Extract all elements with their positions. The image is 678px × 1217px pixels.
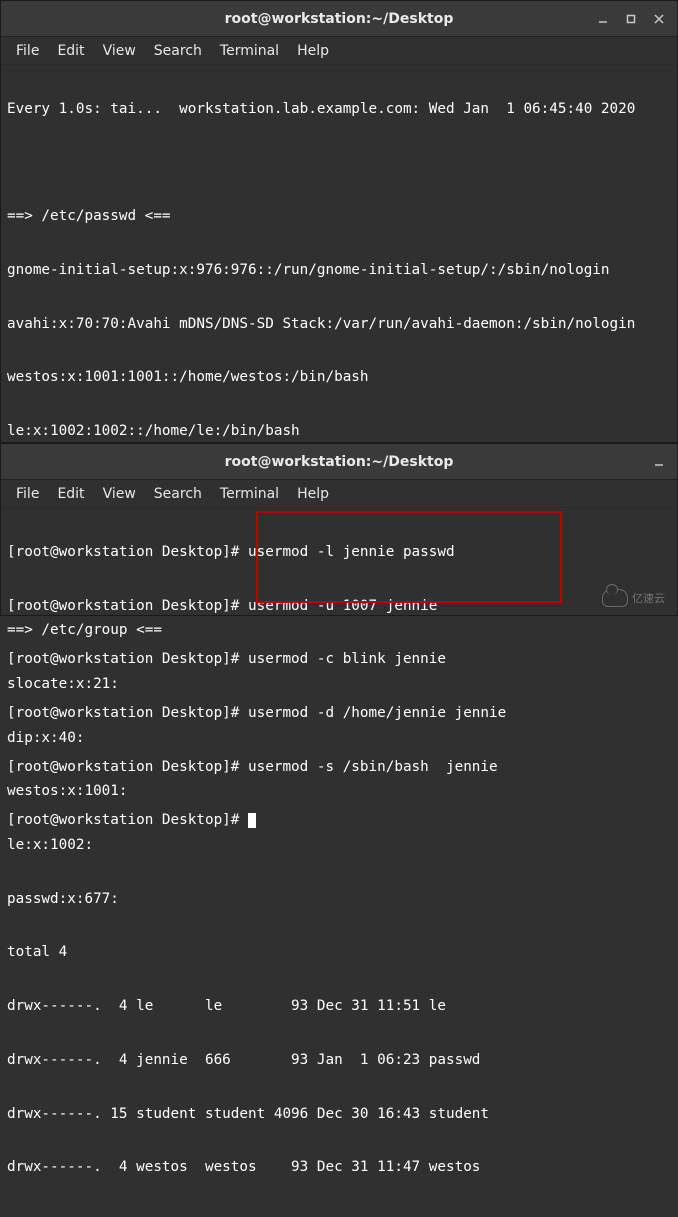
menu-terminal[interactable]: Terminal: [211, 483, 288, 505]
command: usermod -l jennie passwd: [248, 544, 455, 560]
output-line: gnome-initial-setup:x:976:976::/run/gnom…: [7, 262, 671, 280]
output-line: total 4: [7, 944, 671, 962]
output-line: ==> /etc/passwd <==: [7, 208, 671, 226]
output-line: passwd:x:677:: [7, 891, 671, 909]
terminal-window-top: root@workstation:~/Desktop File Edit Vie…: [0, 0, 678, 443]
prompt: [root@workstation Desktop]#: [7, 812, 248, 828]
prompt-line: [root@workstation Desktop]# usermod -c b…: [7, 651, 671, 669]
prompt: [root@workstation Desktop]#: [7, 705, 248, 721]
watermark-text: 亿速云: [632, 590, 665, 606]
cloud-icon: [602, 589, 628, 607]
output-line: le:x:1002:1002::/home/le:/bin/bash: [7, 423, 671, 441]
close-button[interactable]: [645, 5, 673, 33]
output-line: drwx------. 15 student student 4096 Dec …: [7, 1106, 671, 1124]
terminal-output[interactable]: [root@workstation Desktop]# usermod -l j…: [1, 508, 677, 870]
prompt: [root@workstation Desktop]#: [7, 651, 248, 667]
menu-view[interactable]: View: [94, 40, 145, 62]
menu-bar: File Edit View Search Terminal Help: [1, 37, 677, 65]
window-title: root@workstation:~/Desktop: [225, 454, 454, 470]
prompt-line: [root@workstation Desktop]#: [7, 812, 671, 830]
output-line: Every 1.0s: tai... workstation.lab.examp…: [7, 101, 671, 119]
title-bar[interactable]: root@workstation:~/Desktop: [1, 1, 677, 37]
output-line: avahi:x:70:70:Avahi mDNS/DNS-SD Stack:/v…: [7, 316, 671, 334]
output-line: drwx------. 4 le le 93 Dec 31 11:51 le: [7, 998, 671, 1016]
prompt-line: [root@workstation Desktop]# usermod -d /…: [7, 705, 671, 723]
terminal-window-bottom: root@workstation:~/Desktop File Edit Vie…: [0, 443, 678, 616]
output-line: [7, 155, 671, 173]
window-controls: [589, 5, 673, 33]
command: usermod -s /sbin/bash jennie: [248, 759, 498, 775]
menu-help[interactable]: Help: [288, 40, 338, 62]
minimize-button[interactable]: [645, 448, 673, 476]
prompt: [root@workstation Desktop]#: [7, 759, 248, 775]
menu-help[interactable]: Help: [288, 483, 338, 505]
output-line: drwx------. 4 westos westos 93 Dec 31 11…: [7, 1159, 671, 1177]
output-line: drwx------. 4 jennie 666 93 Jan 1 06:23 …: [7, 1052, 671, 1070]
window-controls: [645, 448, 673, 476]
output-line: westos:x:1001:1001::/home/westos:/bin/ba…: [7, 369, 671, 387]
cursor: [248, 813, 256, 828]
command: usermod -c blink jennie: [248, 651, 446, 667]
menu-file[interactable]: File: [7, 40, 48, 62]
menu-bar: File Edit View Search Terminal Help: [1, 480, 677, 508]
prompt: [root@workstation Desktop]#: [7, 598, 248, 614]
menu-terminal[interactable]: Terminal: [211, 40, 288, 62]
menu-file[interactable]: File: [7, 483, 48, 505]
menu-search[interactable]: Search: [145, 40, 211, 62]
prompt-line: [root@workstation Desktop]# usermod -l j…: [7, 544, 671, 562]
command: usermod -u 1007 jennie: [248, 598, 437, 614]
prompt: [root@workstation Desktop]#: [7, 544, 248, 560]
title-bar[interactable]: root@workstation:~/Desktop: [1, 444, 677, 480]
watermark: 亿速云: [602, 584, 674, 612]
maximize-button[interactable]: [617, 5, 645, 33]
command: usermod -d /home/jennie jennie: [248, 705, 506, 721]
menu-edit[interactable]: Edit: [48, 483, 93, 505]
minimize-button[interactable]: [589, 5, 617, 33]
menu-edit[interactable]: Edit: [48, 40, 93, 62]
prompt-line: [root@workstation Desktop]# usermod -s /…: [7, 759, 671, 777]
window-title: root@workstation:~/Desktop: [225, 11, 454, 27]
prompt-line: [root@workstation Desktop]# usermod -u 1…: [7, 598, 671, 616]
menu-view[interactable]: View: [94, 483, 145, 505]
menu-search[interactable]: Search: [145, 483, 211, 505]
